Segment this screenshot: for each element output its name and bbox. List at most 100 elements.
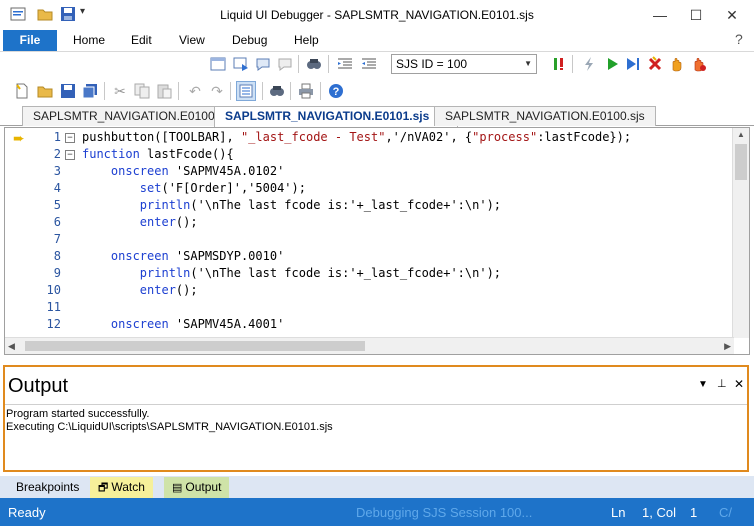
code-token: lastFcode(){ — [139, 147, 234, 161]
code-text: set('F[Order]','5004'); — [82, 181, 306, 195]
find-icon[interactable] — [305, 55, 323, 73]
window-title: Liquid UI Debugger - SAPLSMTR_NAVIGATION… — [220, 8, 534, 22]
tab-e0100-left[interactable]: SAPLSMTR_NAVIGATION.E0100.sjs — [22, 106, 244, 126]
code-string: "process" — [472, 130, 538, 144]
menu-debug[interactable]: Debug — [232, 33, 267, 47]
tab-output[interactable]: ▤ Output — [164, 477, 230, 498]
watch-icon: 🗗 — [98, 482, 109, 494]
menu-help[interactable]: Help — [294, 33, 319, 47]
comment-disabled-icon[interactable] — [276, 55, 294, 73]
breakpoint-icon[interactable] — [550, 55, 568, 73]
tab-breakpoints[interactable]: Breakpoints — [6, 477, 88, 498]
pause-icon[interactable] — [668, 55, 686, 73]
redo-icon[interactable]: ↷ — [208, 82, 226, 100]
output-panel: Output ▼ ⊥ ✕ Program started successfull… — [3, 365, 749, 472]
horizontal-scrollbar[interactable]: ◀ ▶ — [5, 337, 734, 354]
help-icon-small[interactable]: ? — [735, 31, 743, 47]
tab-label: Watch — [111, 480, 145, 494]
output-line: Program started successfully. — [6, 408, 150, 420]
line-number: 12 — [46, 317, 61, 331]
menu-file[interactable]: File — [3, 30, 57, 51]
tab-label: SAPLSMTR_NAVIGATION.E0100.sjs — [445, 109, 645, 123]
find-icon[interactable] — [268, 82, 286, 100]
cut-icon[interactable]: ✂ — [111, 82, 129, 100]
tab-e0101-active[interactable]: SAPLSMTR_NAVIGATION.E0101.sjs✕ — [214, 106, 459, 127]
output-title: Output — [8, 375, 69, 397]
scroll-up-icon[interactable]: ▲ — [735, 130, 747, 140]
code-line: 11 — [5, 300, 731, 317]
minimize-button[interactable]: — — [650, 5, 670, 25]
code-line: 12 onscreen 'SAPMV45A.4001' — [5, 317, 731, 334]
code-line: 1− pushbutton([TOOLBAR], "_last_fcode - T… — [5, 130, 731, 147]
copy-icon[interactable] — [133, 82, 151, 100]
code-line: 3 onscreen 'SAPMV45A.0102' — [5, 164, 731, 181]
code-text: onscreen 'SAPMSDYP.0010' — [82, 249, 284, 263]
tab-e0100-right[interactable]: SAPLSMTR_NAVIGATION.E0100.sjs — [434, 106, 656, 126]
code-keyword: println — [139, 198, 191, 212]
new-file-icon[interactable] — [13, 82, 31, 100]
code-keyword: enter — [139, 283, 176, 297]
session-select-value: SJS ID = 100 — [396, 57, 468, 71]
scroll-left-icon[interactable]: ◀ — [8, 341, 15, 352]
comment-icon[interactable] — [254, 55, 272, 73]
output-lines: Program started successfully. Executing … — [6, 408, 333, 434]
code-text: enter(); — [82, 215, 198, 229]
code-token: ('F[Order]','5004'); — [161, 181, 306, 195]
play-icon[interactable] — [603, 55, 621, 73]
output-line: Executing C:\LiquidUI\scripts\SAPLSMTR_N… — [6, 421, 333, 433]
fold-toggle-icon[interactable]: − — [65, 150, 75, 160]
save-all-icon[interactable] — [81, 82, 99, 100]
scroll-right-icon[interactable]: ▶ — [724, 341, 731, 352]
code-keyword: onscreen — [110, 249, 169, 263]
session-select[interactable]: SJS ID = 100 ▼ — [391, 54, 537, 74]
help-icon[interactable]: ? — [327, 82, 345, 100]
code-keyword: onscreen — [110, 317, 169, 331]
code-text: pushbutton([TOOLBAR], "_last_fcode - Tes… — [82, 130, 631, 144]
title-bar: ▾ Liquid UI Debugger - SAPLSMTR_NAVIGATI… — [0, 0, 754, 30]
debug-toolbar: SJS ID = 100 ▼ — [0, 52, 754, 76]
outdent-icon[interactable] — [360, 55, 378, 73]
code-token: 'SAPMSDYP.0010' — [168, 249, 285, 263]
code-keyword: println — [139, 266, 191, 280]
stop-icon[interactable] — [646, 55, 664, 73]
pin-icon[interactable]: ⊥ — [717, 377, 727, 390]
tab-label: Breakpoints — [16, 480, 80, 494]
status-mode: C/ — [719, 505, 732, 520]
paste-icon[interactable] — [155, 82, 173, 100]
maximize-button[interactable]: ☐ — [686, 5, 706, 25]
open-folder-icon[interactable] — [36, 82, 54, 100]
hscroll-thumb[interactable] — [25, 341, 365, 351]
line-number: 9 — [53, 266, 61, 280]
print-icon[interactable] — [297, 82, 315, 100]
chevron-down-icon[interactable]: ▼ — [698, 379, 708, 390]
code-line: 10 enter(); — [5, 283, 731, 300]
code-line: 8 onscreen 'SAPMSDYP.0010' — [5, 249, 731, 266]
scroll-thumb[interactable] — [735, 144, 747, 180]
tab-label: SAPLSMTR_NAVIGATION.E0101.sjs — [225, 109, 430, 123]
list-view-icon[interactable] — [236, 81, 256, 101]
code-editor[interactable]: ➨ 1− pushbutton([TOOLBAR], "_last_fcode -… — [4, 127, 750, 355]
code-text: onscreen 'SAPMV45A.4001' — [82, 317, 284, 331]
code-token: ,'/nVA02', { — [385, 130, 473, 144]
close-icon[interactable]: ✕ — [734, 377, 744, 391]
menu-edit[interactable]: Edit — [131, 33, 152, 47]
vertical-scrollbar[interactable]: ▲ — [732, 128, 749, 338]
line-number: 4 — [53, 181, 61, 195]
menu-home[interactable]: Home — [73, 33, 105, 47]
undo-icon[interactable]: ↶ — [186, 82, 204, 100]
close-window-button[interactable]: ✕ — [722, 5, 742, 25]
step-icon[interactable] — [580, 55, 598, 73]
step-next-icon[interactable] — [624, 55, 642, 73]
window-icon[interactable] — [209, 55, 227, 73]
code-token: 'SAPMV45A.0102' — [168, 164, 285, 178]
code-line: 5 println('\nThe last fcode is:'+_last_f… — [5, 198, 731, 215]
indent-icon[interactable] — [336, 55, 354, 73]
window-run-icon[interactable] — [232, 55, 250, 73]
menu-view[interactable]: View — [179, 33, 205, 47]
fold-toggle-icon[interactable]: − — [65, 133, 75, 143]
status-col: 1 — [690, 505, 698, 520]
tab-watch[interactable]: 🗗 Watch — [90, 477, 153, 498]
save-icon[interactable] — [59, 82, 77, 100]
stop-hand-icon[interactable] — [690, 55, 708, 73]
